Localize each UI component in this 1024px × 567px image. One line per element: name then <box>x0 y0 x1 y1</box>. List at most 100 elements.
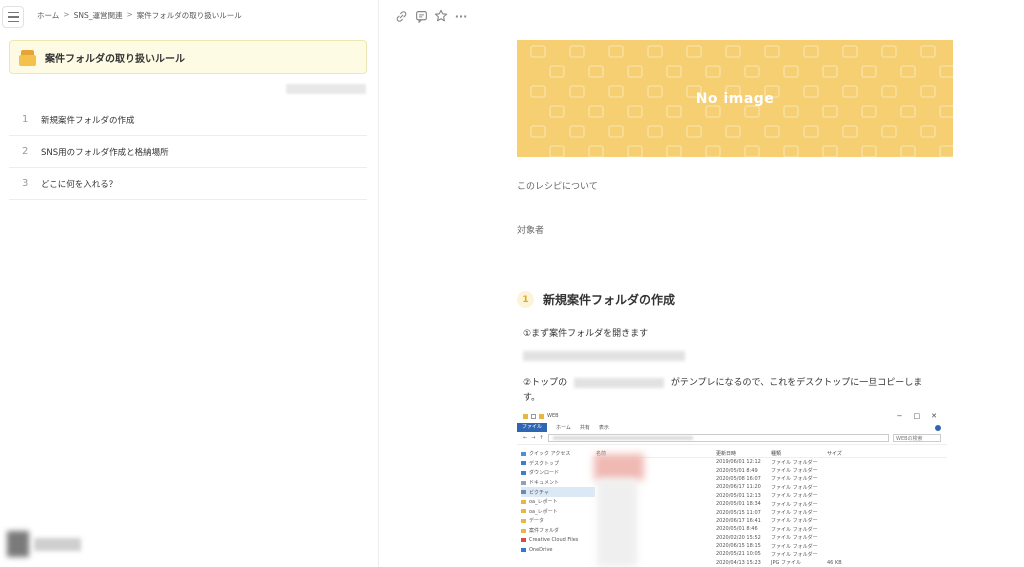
file-row: 2020/04/13 15:23 JPG ファイル 46 KB <box>594 559 947 567</box>
nav-item: ドキュメント <box>521 478 595 488</box>
file-row: 2020/05/01 8:46 ファイル フォルダー <box>594 525 947 533</box>
nav-item: OneDrive <box>521 545 595 555</box>
about-recipe-label: このレシピについて <box>517 182 598 192</box>
file-type: ファイル フォルダー <box>771 484 818 491</box>
file-date: 2020/06/15 18:15 <box>716 543 761 550</box>
nav-item: ダウンロード <box>521 468 595 478</box>
file-type: ファイル フォルダー <box>771 476 818 483</box>
nav-item: クイック アクセス <box>521 449 595 459</box>
target-audience-label: 対象者 <box>517 226 545 236</box>
toc-number: 1 <box>22 114 29 125</box>
step-heading: 1 新規案件フォルダの作成 <box>517 291 675 308</box>
ribbon-tab-view: 表示 <box>598 425 609 431</box>
recipe-cover-image: No image <box>517 40 953 157</box>
step-text: ②トップの がテンプレになるので、これをデスクトップに一旦コピーしま す。 <box>523 376 943 406</box>
nav-label: デスクトップ <box>529 460 560 467</box>
forward-arrow-icon: → <box>531 435 536 441</box>
back-arrow-icon: ← <box>523 435 528 441</box>
file-type: JPG ファイル <box>771 560 801 567</box>
nav-label: データ <box>529 518 545 525</box>
document-icon <box>521 480 526 485</box>
nav-label: ダウンロード <box>529 470 560 477</box>
close-icon: ✕ <box>931 412 937 420</box>
up-arrow-icon: ↑ <box>539 435 544 441</box>
page-title-box: 案件フォルダの取り扱いルール <box>9 40 367 74</box>
link-icon[interactable] <box>394 8 408 24</box>
nav-label: ピクチャ <box>529 489 549 496</box>
step-number-badge: 1 <box>517 291 534 308</box>
nav-label: クイック アクセス <box>529 451 571 458</box>
redacted-address <box>552 436 693 440</box>
nav-item: データ <box>521 516 595 526</box>
toc-item[interactable]: 3 どこに何を入れる？ <box>9 168 367 200</box>
desktop-icon <box>521 461 526 466</box>
file-date: 2020/05/01 8:46 <box>716 526 758 533</box>
explorer-ribbon: ファイル ホーム 共有 表示 <box>517 423 947 432</box>
file-row: 2020/06/17 11:20 ファイル フォルダー <box>594 483 947 491</box>
breadcrumb-home[interactable]: ホーム <box>37 10 59 21</box>
more-icon[interactable]: ··· <box>454 8 468 24</box>
file-type: ファイル フォルダー <box>771 526 818 533</box>
step-title: 新規案件フォルダの作成 <box>543 293 676 307</box>
ribbon-tab-home: ホーム <box>556 425 571 431</box>
nav-label: ドキュメント <box>529 480 560 487</box>
folder-icon <box>523 413 528 419</box>
nav-label: 案件フォルダ <box>529 528 560 535</box>
file-date: 2020/02/20 15:52 <box>716 534 761 541</box>
file-date: 2020/05/01 12:13 <box>716 492 761 499</box>
no-image-text: No image <box>695 90 775 107</box>
breadcrumb: ホーム > SNS_運営関連 > 案件フォルダの取り扱いルール <box>37 10 242 21</box>
file-type: ファイル フォルダー <box>771 510 818 517</box>
comment-icon[interactable] <box>414 8 428 24</box>
hamburger-icon-line <box>7 20 19 23</box>
toolbar: ··· <box>394 8 468 24</box>
file-type: ファイル フォルダー <box>771 535 818 542</box>
file-row: 2020/06/15 18:15 ファイル フォルダー <box>594 542 947 550</box>
menu-toggle-button[interactable] <box>2 6 24 28</box>
toc-number: 2 <box>22 146 29 157</box>
nav-label: Creative Cloud Files <box>529 537 579 544</box>
page-title: 案件フォルダの取り扱いルール <box>45 53 185 65</box>
maximize-icon: □ <box>913 412 921 420</box>
hamburger-icon-line <box>7 16 19 18</box>
file-date: 2020/05/15 11:07 <box>716 509 761 516</box>
redacted-folder-name <box>573 377 664 388</box>
file-row: 2020/05/01 12:13 ファイル フォルダー <box>594 492 947 500</box>
nav-item: oa_レポート <box>521 497 595 507</box>
redacted-username <box>34 538 81 551</box>
new-folder-icon <box>539 413 544 419</box>
explorer-address-row: ← → ↑ WEBの検索 <box>517 432 947 445</box>
ribbon-tab-share: 共有 <box>579 425 590 431</box>
creative-cloud-icon <box>521 538 526 543</box>
recipe-sidebar: ホーム > SNS_運営関連 > 案件フォルダの取り扱いルール 案件フォルダの取… <box>0 0 379 567</box>
explorer-title: WEB <box>547 413 559 419</box>
toc-item[interactable]: 2 SNS用のフォルダ作成と格納場所 <box>9 136 367 168</box>
nav-item: oa_レポート <box>521 507 595 517</box>
file-date: 2020/04/13 15:23 <box>716 559 761 566</box>
toc-item[interactable]: 1 新規案件フォルダの作成 <box>9 104 367 136</box>
folder-icon <box>521 518 526 523</box>
file-rows: 2019/06/01 12:12 ファイル フォルダー 2020/05/01 8:4… <box>594 458 947 567</box>
download-icon <box>521 470 526 475</box>
step-text-part: す。 <box>523 393 541 403</box>
breadcrumb-category[interactable]: SNS_運営関連 <box>74 10 123 21</box>
file-date: 2020/05/01 8:49 <box>716 467 758 474</box>
nav-item: デスクトップ <box>521 459 595 469</box>
nav-label: oa_レポート <box>529 508 558 515</box>
file-size: 46 KB <box>827 559 842 566</box>
nav-item: Creative Cloud Files <box>521 535 595 545</box>
minimize-icon: − <box>896 412 903 420</box>
nav-item: ピクチャ <box>521 487 595 497</box>
folder-icon <box>521 509 526 514</box>
column-type: 種類 <box>771 450 782 457</box>
breadcrumb-separator: > <box>126 10 133 19</box>
toc-label: SNS用のフォルダ作成と格納場所 <box>41 147 169 158</box>
file-type: ファイル フォルダー <box>771 551 818 558</box>
column-size: サイズ <box>827 450 842 457</box>
address-bar <box>547 434 889 442</box>
redacted-meta <box>286 84 366 94</box>
explorer-search-box: WEBの検索 <box>893 434 941 442</box>
avatar[interactable] <box>7 531 29 557</box>
file-row: 2020/05/01 18:34 ファイル フォルダー <box>594 500 947 508</box>
star-icon[interactable] <box>434 8 448 24</box>
